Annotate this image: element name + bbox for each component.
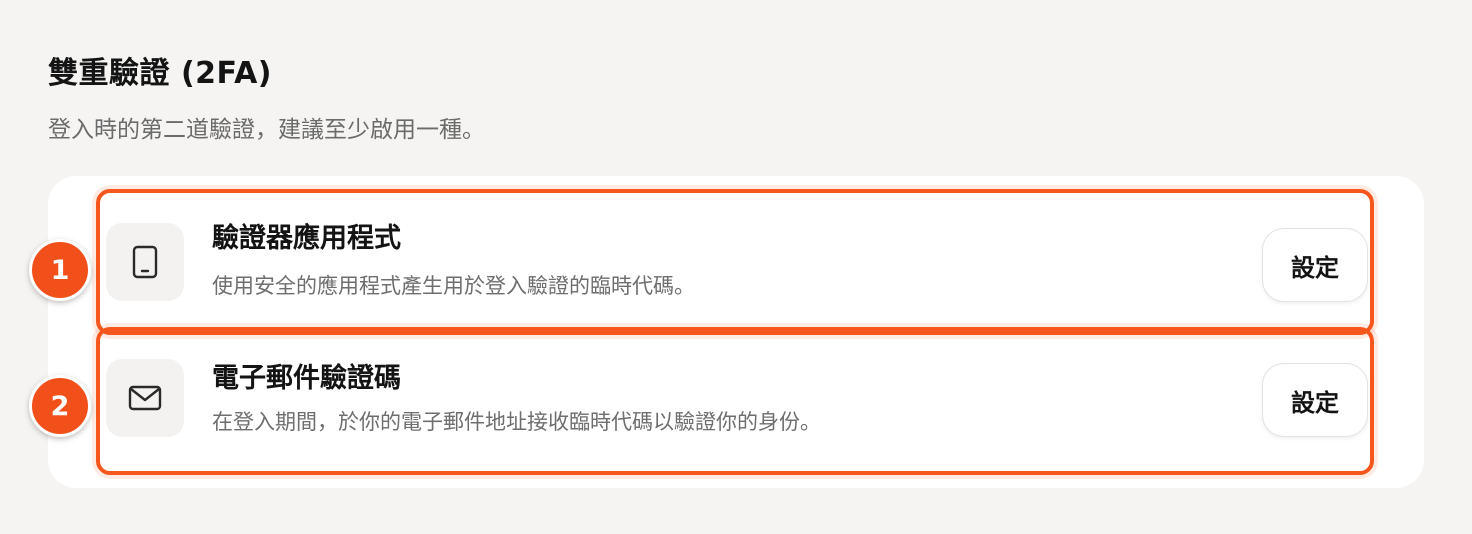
section-title: 雙重驗證 (2FA) bbox=[48, 56, 273, 91]
setup-email-button[interactable]: 設定 bbox=[1262, 363, 1368, 437]
phone-icon bbox=[106, 223, 184, 301]
section-description: 登入時的第二道驗證，建議至少啟用一種。 bbox=[48, 117, 485, 143]
method-description: 使用安全的應用程式產生用於登入驗證的臨時代碼。 bbox=[212, 274, 695, 298]
method-description: 在登入期間，於你的電子郵件地址接收臨時代碼以驗證你的身份。 bbox=[212, 410, 821, 434]
mail-icon bbox=[106, 359, 184, 437]
step-badge-2: 2 bbox=[29, 375, 91, 437]
step-badge-1: 1 bbox=[29, 239, 91, 301]
method-row-authenticator-app: 驗證器應用程式 使用安全的應用程式產生用於登入驗證的臨時代碼。 設定 bbox=[60, 191, 1368, 327]
method-row-email-code: 電子郵件驗證碼 在登入期間，於你的電子郵件地址接收臨時代碼以驗證你的身份。 設定 bbox=[60, 335, 1368, 471]
method-title: 電子郵件驗證碼 bbox=[212, 363, 401, 394]
method-title: 驗證器應用程式 bbox=[212, 223, 401, 254]
setup-authenticator-button[interactable]: 設定 bbox=[1262, 228, 1368, 302]
